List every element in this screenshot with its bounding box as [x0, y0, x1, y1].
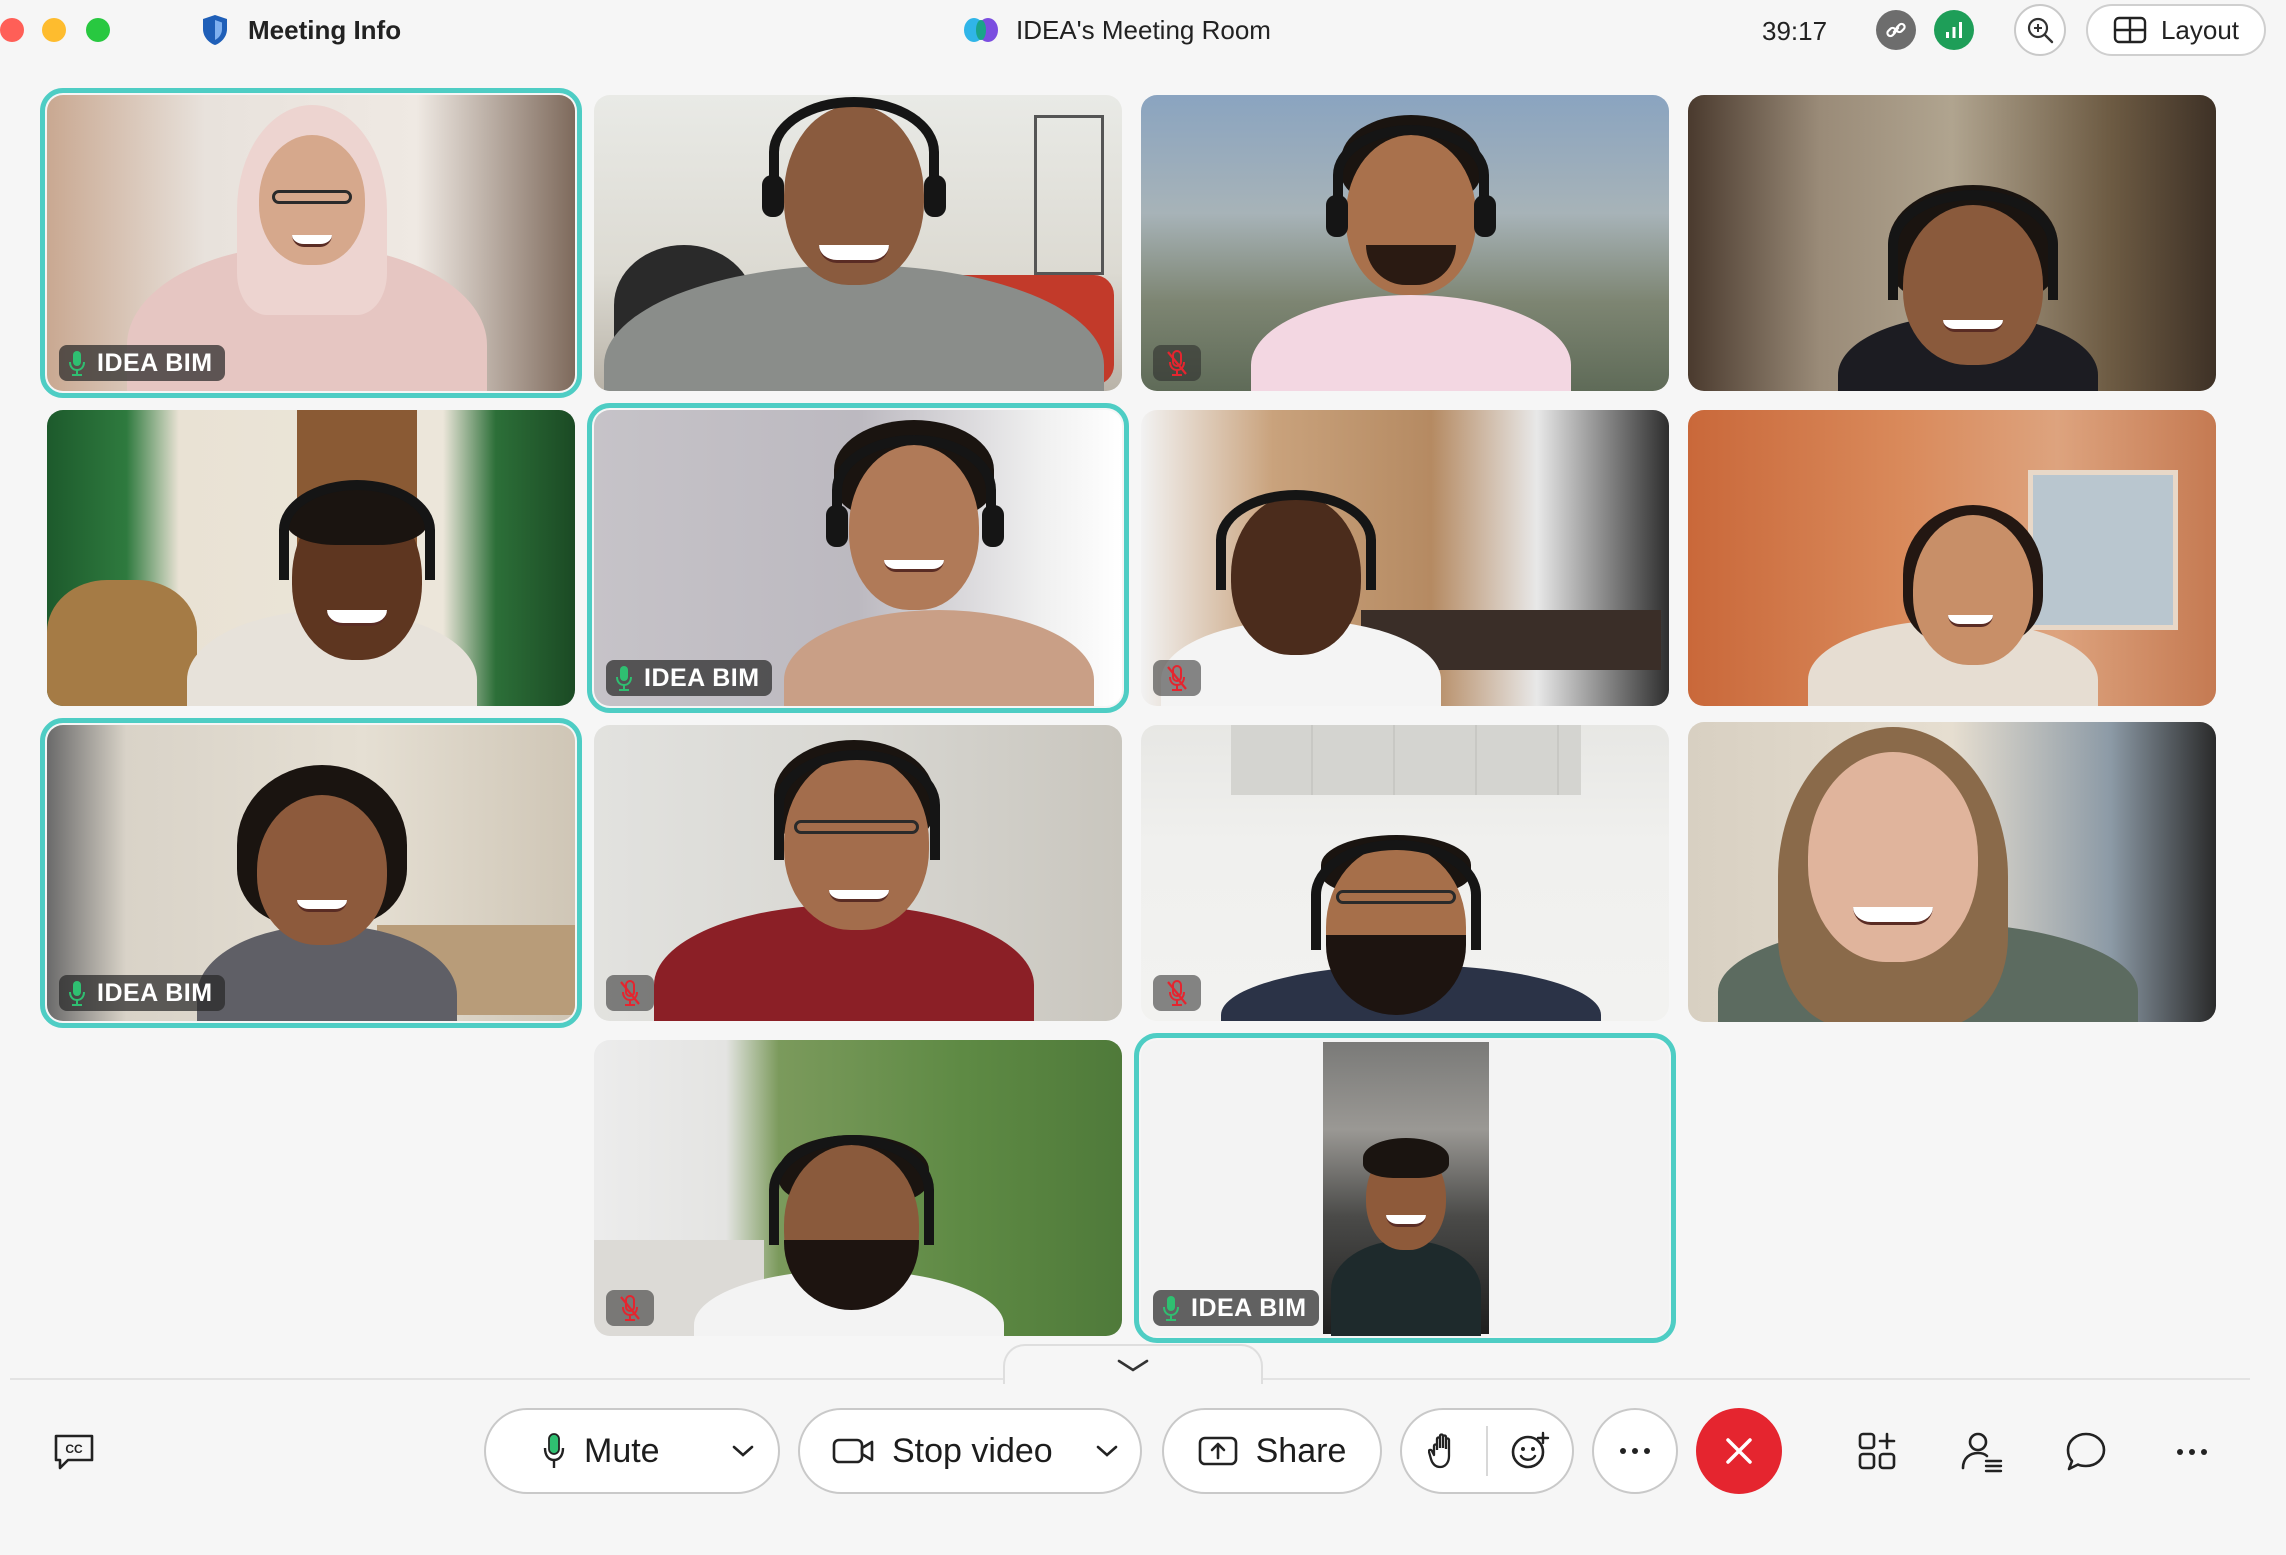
apps-button[interactable] — [1852, 1426, 1904, 1478]
participant-name: IDEA BIM — [97, 978, 213, 1007]
svg-text:CC: CC — [65, 1442, 83, 1456]
video-tile[interactable]: IDEA BIM — [40, 88, 582, 398]
participant-muted-indicator — [606, 975, 654, 1011]
emoji-reaction-icon — [1511, 1431, 1550, 1469]
video-tile[interactable] — [1141, 95, 1669, 391]
video-tile[interactable] — [594, 725, 1122, 1021]
microphone-icon — [616, 666, 632, 691]
window-close-button[interactable] — [0, 18, 24, 42]
meeting-link-button[interactable] — [1876, 10, 1916, 50]
meeting-info-label: Meeting Info — [248, 14, 402, 45]
share-button[interactable]: Share — [1162, 1408, 1382, 1494]
participant-name: IDEA BIM — [97, 348, 213, 377]
window-zoom-button[interactable] — [86, 18, 110, 42]
chat-bubble-icon — [2066, 1432, 2106, 1471]
participant-name-tag: IDEA BIM — [59, 975, 225, 1011]
webex-logo-icon — [964, 18, 998, 42]
video-tile[interactable] — [1688, 410, 2216, 706]
reactions-button[interactable] — [1488, 1410, 1572, 1492]
microphone-icon — [69, 981, 85, 1006]
meeting-room-title: IDEA's Meeting Room — [962, 12, 1271, 48]
stop-video-button[interactable]: Stop video — [800, 1410, 1074, 1492]
share-screen-icon — [1198, 1436, 1237, 1466]
zoom-view-button[interactable] — [2014, 4, 2066, 56]
video-tile[interactable] — [594, 95, 1122, 391]
participant-name-tag: IDEA BIM — [1153, 1290, 1319, 1326]
signal-bars-icon — [1946, 22, 1962, 38]
closed-captions-icon: CC — [54, 1434, 94, 1470]
participants-button[interactable] — [1956, 1426, 2008, 1478]
microphone-muted-icon — [620, 1295, 640, 1321]
network-stats-button[interactable] — [1934, 10, 1974, 50]
shield-icon — [203, 15, 227, 45]
collapse-control-bar-button[interactable] — [1003, 1344, 1263, 1384]
stop-video-label: Stop video — [892, 1431, 1053, 1470]
title-bar: Meeting Info IDEA's Meeting Room 39:17 L… — [0, 0, 2286, 60]
video-camera-icon — [832, 1438, 874, 1464]
microphone-icon — [543, 1433, 565, 1468]
video-tile[interactable] — [594, 1040, 1122, 1336]
chevron-down-icon — [732, 1445, 754, 1457]
more-menu-button[interactable] — [2166, 1426, 2218, 1478]
apps-grid-add-icon — [1858, 1432, 1896, 1470]
raise-hand-button[interactable] — [1402, 1410, 1486, 1492]
microphone-muted-icon — [1167, 350, 1187, 376]
participant-muted-indicator — [606, 1290, 654, 1326]
video-control: Stop video — [798, 1408, 1142, 1494]
video-tile[interactable] — [47, 410, 575, 706]
chevron-down-icon — [1096, 1445, 1118, 1457]
ellipsis-icon — [1620, 1448, 1650, 1454]
participants-list-icon — [1961, 1432, 2003, 1473]
more-options-button[interactable] — [1592, 1408, 1678, 1494]
video-tile[interactable] — [1688, 95, 2216, 391]
mute-label: Mute — [584, 1431, 660, 1470]
video-tile[interactable] — [1141, 725, 1669, 1021]
microphone-muted-icon — [1167, 980, 1187, 1006]
meeting-room-label: IDEA's Meeting Room — [1016, 14, 1271, 45]
share-label: Share — [1255, 1431, 1347, 1470]
video-tile[interactable]: IDEA BIM — [1134, 1033, 1676, 1343]
captions-button[interactable]: CC — [48, 1426, 100, 1478]
audio-options-dropdown[interactable] — [708, 1410, 778, 1492]
window-minimize-button[interactable] — [42, 18, 66, 42]
zoom-in-icon — [2027, 17, 2054, 44]
participant-name-tag: IDEA BIM — [606, 660, 772, 696]
grid-layout-icon — [2113, 16, 2147, 44]
end-call-button[interactable] — [1696, 1408, 1782, 1494]
mute-button[interactable]: Mute — [486, 1410, 708, 1492]
participant-name-tag: IDEA BIM — [59, 345, 225, 381]
layout-label: Layout — [2160, 14, 2240, 45]
chevron-down-icon — [1117, 1359, 1149, 1372]
participant-muted-indicator — [1153, 660, 1201, 696]
chat-button[interactable] — [2060, 1426, 2112, 1478]
layout-button[interactable]: Layout — [2086, 4, 2266, 56]
participant-name: IDEA BIM — [1191, 1293, 1307, 1322]
participant-muted-indicator — [1153, 345, 1201, 381]
video-tile[interactable]: IDEA BIM — [587, 403, 1129, 713]
video-tile[interactable]: IDEA BIM — [40, 718, 582, 1028]
close-icon — [1726, 1438, 1752, 1464]
participant-muted-indicator — [1153, 975, 1201, 1011]
hand-reactions-control — [1400, 1408, 1574, 1494]
meeting-timer: 39:17 — [1762, 16, 1828, 46]
microphone-icon — [1163, 1296, 1179, 1321]
microphone-icon — [69, 351, 85, 376]
ellipsis-icon — [2177, 1449, 2207, 1455]
mute-control: Mute — [484, 1408, 780, 1494]
video-options-dropdown[interactable] — [1074, 1410, 1140, 1492]
microphone-muted-icon — [1167, 665, 1187, 691]
link-icon — [1886, 22, 1906, 38]
video-tile[interactable] — [1141, 410, 1669, 706]
microphone-muted-icon — [620, 980, 640, 1006]
participant-name: IDEA BIM — [644, 663, 760, 692]
video-tile[interactable] — [1688, 722, 2216, 1022]
raise-hand-icon — [1428, 1433, 1451, 1469]
meeting-info-button[interactable]: Meeting Info — [200, 12, 401, 48]
